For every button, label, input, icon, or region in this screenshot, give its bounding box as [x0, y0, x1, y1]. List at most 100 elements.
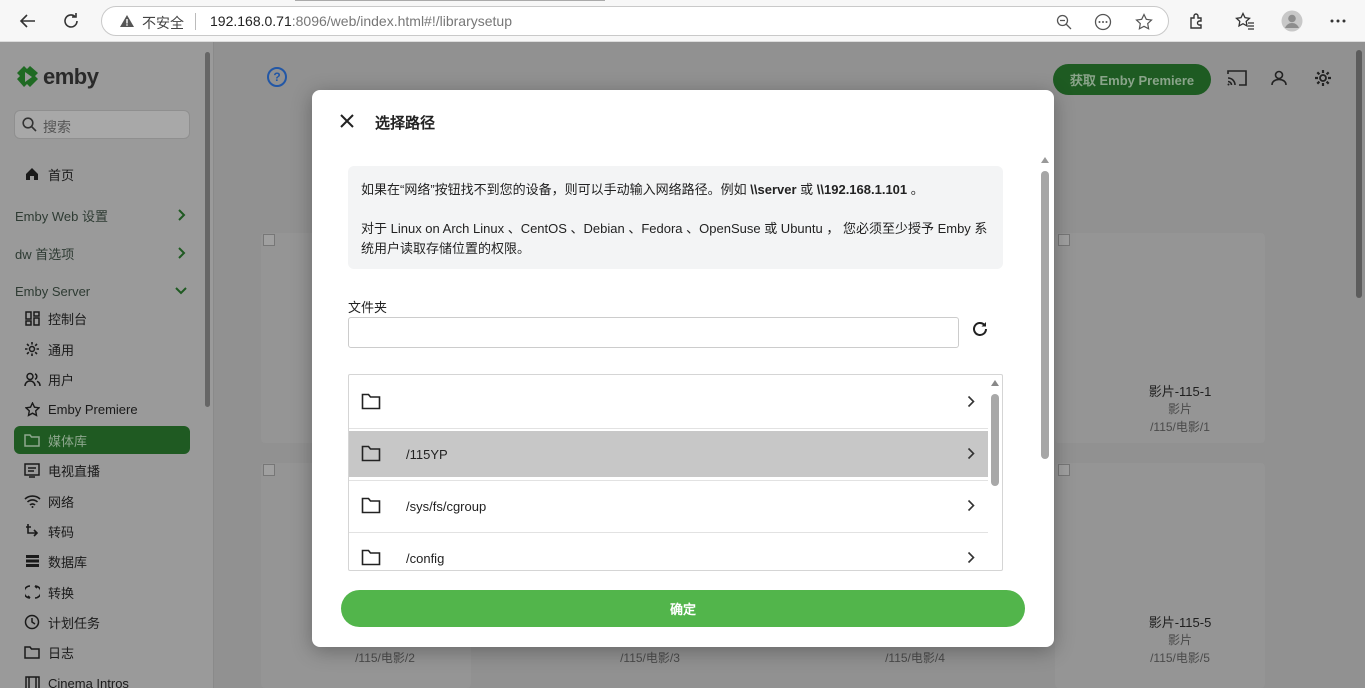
info-box: 如果在“网络”按钮找不到您的设备，则可以手动输入网络路径。例如 \\server…	[348, 166, 1003, 269]
refresh-icon[interactable]	[969, 318, 991, 340]
sidebar-item-transcoding[interactable]: 转码	[14, 517, 190, 545]
row-divider	[349, 532, 988, 533]
folder-list-scrollbar[interactable]	[991, 394, 999, 486]
card-title[interactable]: 影片-115-5	[1080, 612, 1280, 631]
card-path: /115/电影/3	[620, 651, 680, 665]
url-path: :8096/web/index.html#!/librarysetup	[291, 13, 512, 29]
chevron-right-icon	[967, 551, 975, 567]
sidebar-item-label: 通用	[48, 342, 75, 358]
list-scroll-up-arrow[interactable]	[991, 380, 999, 386]
sidebar-item-convert[interactable]: 转换	[14, 578, 190, 606]
sidebar-item-label: 用户	[48, 372, 75, 388]
sidebar-item-label: 控制台	[48, 311, 88, 327]
emby-logo[interactable]: emby	[16, 64, 99, 90]
sidebar-item-scheduled-tasks[interactable]: 计划任务	[14, 608, 190, 636]
convert-icon	[23, 583, 41, 601]
sidebar-item-home[interactable]: 首页	[14, 160, 190, 188]
confirm-button[interactable]: 确定	[341, 590, 1025, 627]
row-divider	[349, 428, 988, 429]
transcode-icon	[23, 522, 41, 540]
card-title[interactable]: 影片-115-1	[1080, 381, 1280, 400]
sidebar-item-label: Emby Premiere	[48, 401, 138, 417]
card-path: /115/电影/4	[885, 651, 945, 665]
reload-icon[interactable]	[58, 8, 84, 34]
sidebar-item-label: 计划任务	[48, 615, 101, 631]
log-folder-icon	[23, 643, 41, 661]
logo-text: emby	[43, 64, 99, 89]
folder-icon	[361, 549, 381, 569]
broken-image-icon	[1058, 464, 1070, 476]
sidebar-item-library[interactable]: 媒体库	[14, 426, 190, 454]
sidebar-item-label: 日志	[48, 645, 75, 661]
sidebar-item-label: Cinema Intros	[48, 675, 129, 688]
help-icon[interactable]: ?	[267, 67, 287, 87]
folder-row[interactable]: /115YP	[349, 431, 988, 477]
sidebar-item-emby-premiere[interactable]: Emby Premiere	[14, 395, 190, 423]
close-icon[interactable]	[336, 110, 358, 132]
sidebar-item-database[interactable]: 数据库	[14, 547, 190, 575]
sidebar-section-dw-preferences[interactable]: dw 首选项	[15, 240, 187, 266]
sidebar-item-cinema-intros[interactable]: Cinema Intros	[14, 669, 190, 688]
dialog-scroll-up-arrow[interactable]	[1041, 157, 1049, 163]
folder-row[interactable]: /config	[349, 535, 988, 570]
info-text: 如果在“网络”按钮找不到您的设备，则可以手动输入网络路径。例如	[361, 182, 751, 197]
favorites-icon[interactable]	[1232, 8, 1258, 34]
sidebar-item-label: 数据库	[48, 554, 88, 570]
clock-icon	[23, 613, 41, 631]
folder-field-label: 文件夹	[348, 300, 388, 315]
chevron-right-icon	[967, 499, 975, 515]
sidebar-section-web-settings[interactable]: Emby Web 设置	[15, 202, 187, 228]
card-path: /115/电影/2	[355, 651, 415, 665]
info-text: 或	[796, 182, 817, 197]
info-linux-permissions: 对于 Linux on Arch Linux 、CentOS 、Debian 、…	[361, 221, 988, 256]
dialog-scrollbar[interactable]	[1041, 171, 1049, 459]
profile-avatar-icon[interactable]	[1279, 8, 1305, 34]
folder-path-input[interactable]	[348, 317, 959, 348]
address-bar[interactable]: 不安全 192.168.0.71:8096/web/index.html#!/l…	[101, 6, 1169, 36]
info-example-server: \\server	[750, 182, 797, 197]
select-path-dialog: 选择路径 如果在“网络”按钮找不到您的设备，则可以手动输入网络路径。例如 \\s…	[312, 90, 1054, 647]
info-example-ip: \\192.168.1.101	[816, 182, 908, 197]
sidebar-item-dashboard[interactable]: 控制台	[14, 304, 190, 332]
section-label: dw 首选项	[15, 246, 75, 262]
sidebar-item-network[interactable]: 网络	[14, 487, 190, 515]
sidebar-scrollbar[interactable]	[205, 52, 210, 407]
wifi-icon	[23, 492, 41, 510]
settings-gear-icon[interactable]	[1312, 67, 1334, 89]
sidebar-item-live-tv[interactable]: 电视直播	[14, 456, 190, 484]
more-menu-icon[interactable]	[1325, 8, 1351, 34]
sidebar-section-emby-server[interactable]: Emby Server	[15, 278, 187, 304]
star-icon	[23, 400, 41, 418]
get-premiere-button[interactable]: 获取 Emby Premiere	[1053, 64, 1211, 95]
sidebar-item-label: 网络	[48, 494, 75, 510]
folder-icon	[361, 445, 381, 465]
extensions-icon[interactable]	[1184, 8, 1210, 34]
zoom-out-icon[interactable]	[1054, 12, 1074, 32]
card-path: /115/电影/5	[1150, 651, 1210, 665]
sidebar-item-logs[interactable]: 日志	[14, 638, 190, 666]
sidebar-item-label: 首页	[48, 167, 75, 183]
user-icon[interactable]	[1268, 67, 1290, 89]
info-network-path: 如果在“网络”按钮找不到您的设备，则可以手动输入网络路径。例如 \\server…	[361, 180, 990, 200]
reader-icon[interactable]	[1093, 12, 1113, 32]
favorite-star-icon[interactable]	[1134, 12, 1154, 32]
warning-icon	[119, 14, 135, 31]
sidebar-item-users[interactable]: 用户	[14, 365, 190, 393]
url-text[interactable]: 192.168.0.71:8096/web/index.html#!/libra…	[210, 13, 512, 29]
main-scrollbar[interactable]	[1356, 50, 1362, 298]
home-icon	[23, 165, 41, 183]
sidebar-search[interactable]: 搜索	[14, 110, 190, 139]
sidebar-item-label: 转码	[48, 524, 75, 540]
chevron-right-icon	[967, 395, 975, 411]
section-label: Emby Web 设置	[15, 208, 108, 224]
cast-icon[interactable]	[1226, 67, 1248, 89]
search-placeholder: 搜索	[43, 119, 71, 135]
chevron-right-icon	[967, 447, 975, 463]
folder-row[interactable]	[349, 379, 988, 425]
browser-toolbar: 不安全 192.168.0.71:8096/web/index.html#!/l…	[0, 0, 1365, 42]
chevron-down-icon	[175, 287, 187, 295]
folder-row[interactable]: /sys/fs/cgroup	[349, 483, 988, 529]
security-label[interactable]: 不安全	[142, 13, 184, 33]
sidebar-item-general[interactable]: 通用	[14, 335, 190, 363]
back-icon[interactable]	[15, 8, 41, 34]
